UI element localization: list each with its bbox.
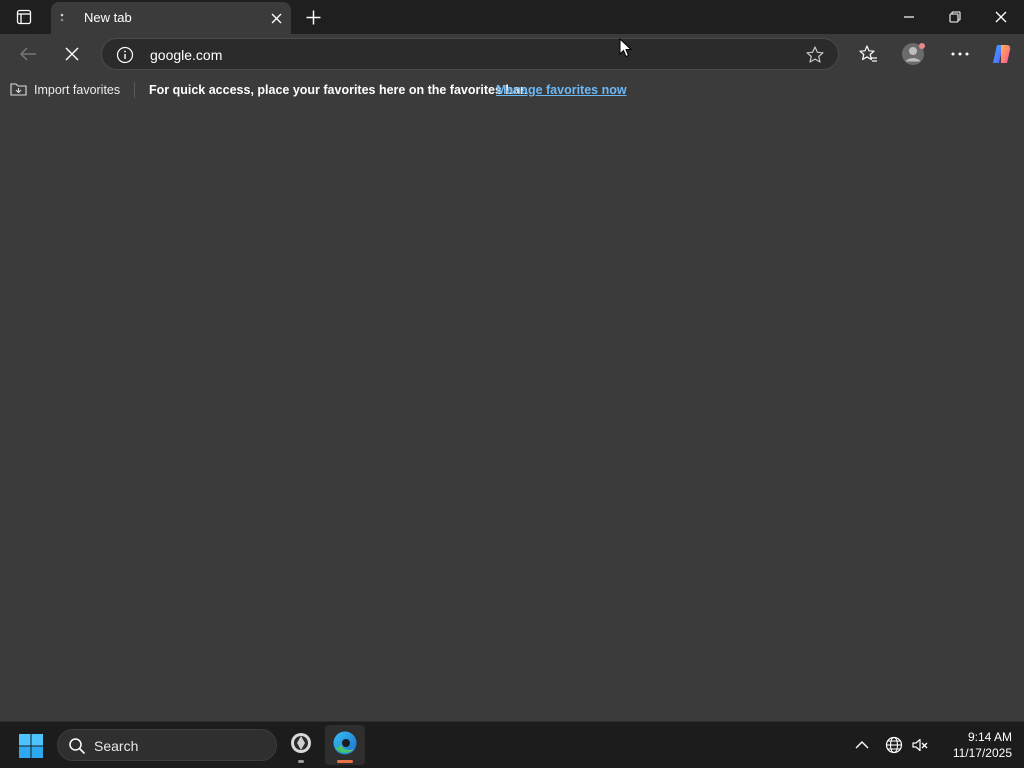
- chevron-up-icon[interactable]: [851, 734, 873, 756]
- restore-icon[interactable]: [932, 0, 978, 34]
- taskbar: Search 9:14 AM 11/17/2025: [0, 721, 1024, 768]
- back-arrow-icon[interactable]: [12, 38, 44, 70]
- favorites-message: For quick access, place your favorites h…: [149, 83, 528, 97]
- folder-import-icon: [10, 81, 28, 100]
- tab-title: New tab: [84, 10, 132, 25]
- search-icon: [68, 737, 86, 755]
- copilot-icon[interactable]: [986, 38, 1018, 70]
- taskbar-search-label: Search: [94, 738, 139, 754]
- loading-icon: [59, 11, 65, 23]
- volume-muted-icon[interactable]: [909, 734, 931, 756]
- taskbar-app-button[interactable]: [281, 725, 321, 765]
- taskbar-search[interactable]: Search: [57, 729, 277, 761]
- app-icon: [289, 731, 313, 760]
- minimize-icon[interactable]: [886, 0, 932, 34]
- windows-start-icon[interactable]: [18, 733, 44, 759]
- star-icon[interactable]: [805, 45, 825, 65]
- tab-actions-icon[interactable]: [8, 6, 40, 28]
- taskbar-edge-button[interactable]: [325, 725, 365, 765]
- favorites-bar: Import favorites For quick access, place…: [0, 74, 1024, 106]
- clock-time: 9:14 AM: [967, 730, 1012, 744]
- favorites-divider: [134, 82, 135, 98]
- profile-icon[interactable]: [898, 38, 930, 70]
- toolbar: google.com: [0, 34, 1024, 74]
- url-text[interactable]: google.com: [150, 47, 222, 63]
- import-favorites-button[interactable]: Import favorites: [10, 80, 120, 100]
- edge-icon: [332, 730, 358, 761]
- app-running-indicator: [298, 760, 304, 763]
- clock-date: 11/17/2025: [952, 746, 1012, 760]
- plus-icon[interactable]: [302, 6, 324, 28]
- title-bar: New tab: [0, 0, 1024, 34]
- favorites-icon[interactable]: [852, 38, 884, 70]
- manage-favorites-link[interactable]: Manage favorites now: [496, 83, 627, 97]
- browser-window: New tab google.com Import favorites For …: [0, 0, 1024, 721]
- taskbar-clock[interactable]: 9:14 AM 11/17/2025: [936, 729, 1012, 761]
- globe-icon[interactable]: [883, 734, 905, 756]
- close-window-icon[interactable]: [978, 0, 1024, 34]
- edge-active-indicator: [337, 760, 353, 763]
- stop-icon[interactable]: [56, 38, 88, 70]
- more-icon[interactable]: [944, 38, 976, 70]
- import-favorites-label: Import favorites: [34, 83, 121, 97]
- tab-new-tab[interactable]: New tab: [51, 2, 291, 34]
- mouse-cursor-icon: [619, 37, 633, 58]
- info-icon[interactable]: [116, 46, 134, 64]
- close-icon[interactable]: [267, 9, 285, 27]
- address-bar[interactable]: google.com: [101, 38, 839, 70]
